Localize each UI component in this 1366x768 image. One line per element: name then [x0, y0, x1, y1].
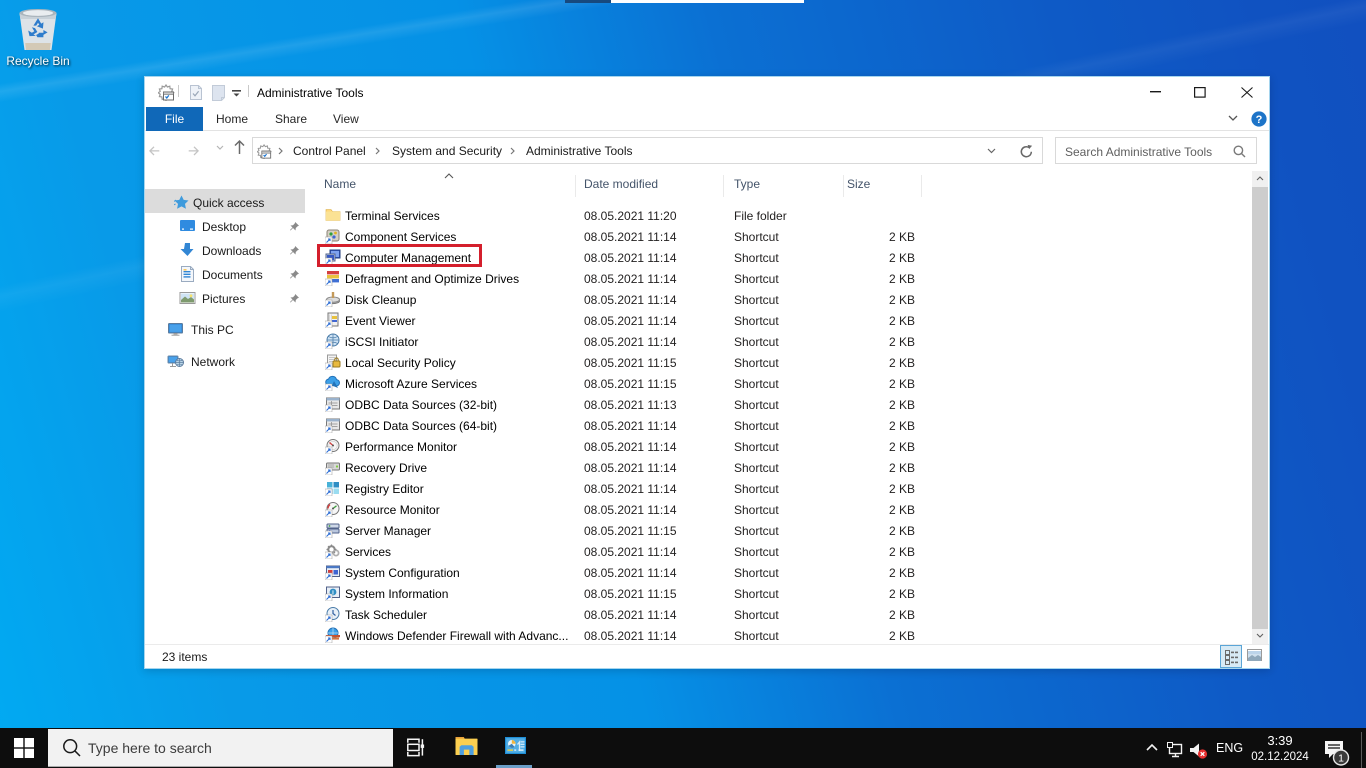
svg-text:1: 1 — [1338, 753, 1344, 765]
svg-text:?: ? — [1256, 114, 1263, 126]
